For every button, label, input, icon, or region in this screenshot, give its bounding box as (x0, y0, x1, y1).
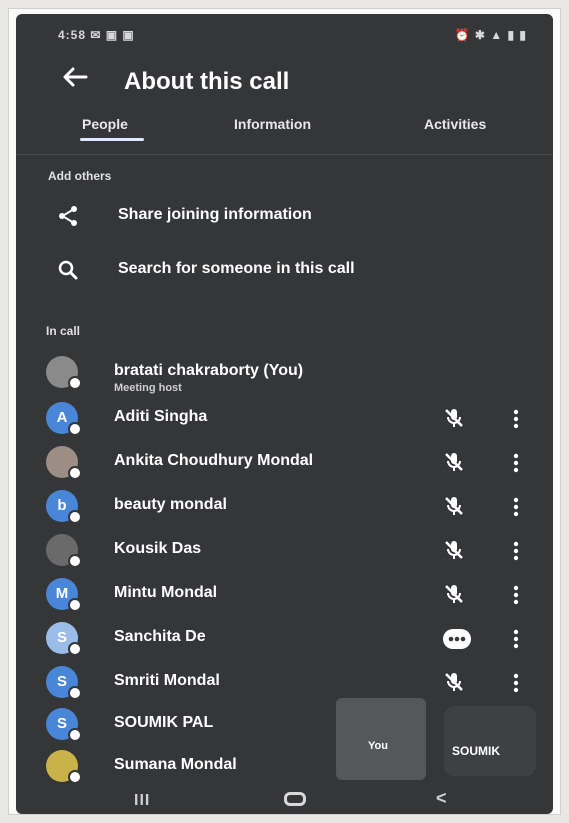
more-options-icon[interactable] (511, 672, 521, 694)
mic-muted-icon (445, 541, 463, 559)
system-nav-bar: III < (16, 786, 553, 814)
status-bar: 4:58 ✉ ▣ ▣ ⏰ ✱ ▲ ▮ ▮ (16, 14, 553, 54)
mic-muted-icon (445, 453, 463, 471)
participant-name: Aditi Singha (114, 408, 208, 425)
participant-row[interactable]: A Aditi Singha (16, 398, 553, 440)
search-participant-label: Search for someone in this call (118, 260, 355, 277)
avatar-initial: M (55, 585, 69, 602)
participant-row[interactable]: Ankita Choudhury Mondal (16, 442, 553, 484)
avatar-initial: S (56, 673, 67, 690)
avatar (46, 446, 82, 480)
participant-name: Sanchita De (114, 628, 206, 645)
avatar (46, 750, 82, 784)
status-right: ⏰ ✱ ▲ ▮ ▮ (454, 28, 527, 42)
participant-name: bratati chakraborty (You) (114, 362, 304, 379)
self-view-tile[interactable]: You (336, 698, 426, 780)
phone-screen: 4:58 ✉ ▣ ▣ ⏰ ✱ ▲ ▮ ▮ About this call Peo… (16, 14, 553, 814)
mic-muted-icon (445, 673, 463, 691)
in-call-heading: In call (46, 324, 81, 338)
participant-row[interactable]: M Mintu Mondal (16, 574, 553, 616)
avatar: S (46, 622, 82, 656)
avatar (46, 356, 82, 390)
tab-activities[interactable]: Activities (424, 116, 486, 132)
page-title: About this call (124, 68, 290, 95)
avatar-initial: S (56, 629, 67, 646)
participant-name: Ankita Choudhury Mondal (114, 452, 314, 469)
avatar-initial: S (56, 715, 67, 732)
participant-role: Meeting host (114, 382, 182, 394)
avatar: M (46, 578, 82, 612)
speaker-view-tile[interactable]: SOUMIK (444, 706, 536, 776)
add-others-heading: Add others (48, 169, 112, 183)
more-options-icon[interactable] (511, 452, 521, 474)
avatar: S (46, 708, 82, 742)
more-options-icon[interactable] (511, 496, 521, 518)
participant-name: Sumana Mondal (114, 756, 237, 773)
participant-row[interactable]: Kousik Das (16, 530, 553, 572)
search-participant-button[interactable]: Search for someone in this call (16, 252, 553, 288)
participant-name: Mintu Mondal (114, 584, 218, 601)
mic-muted-icon (445, 497, 463, 515)
speaking-indicator-icon (443, 629, 471, 649)
participant-name: beauty mondal (114, 496, 227, 513)
more-options-icon[interactable] (511, 584, 521, 606)
avatar: b (46, 490, 82, 524)
tab-divider (16, 154, 553, 155)
avatar: S (46, 666, 82, 700)
back-arrow-icon[interactable] (62, 65, 88, 89)
avatar: A (46, 402, 82, 436)
participant-name: Smriti Mondal (114, 672, 220, 689)
share-joining-info-label: Share joining information (118, 206, 312, 223)
avatar (46, 534, 82, 568)
avatar-initial: b (57, 497, 67, 514)
search-icon (58, 260, 78, 280)
share-icon (59, 206, 77, 226)
tab-information[interactable]: Information (234, 116, 311, 132)
speaker-view-label: SOUMIK (452, 744, 500, 758)
self-view-label: You (368, 740, 388, 752)
participant-row[interactable]: S Sanchita De (16, 618, 553, 660)
tab-selected-indicator (80, 138, 144, 141)
mic-muted-icon (445, 585, 463, 603)
tab-people[interactable]: People (82, 116, 128, 132)
mic-muted-icon (445, 409, 463, 427)
participant-name: Kousik Das (114, 540, 202, 557)
home-button[interactable] (284, 792, 306, 806)
status-left: 4:58 ✉ ▣ ▣ (58, 28, 135, 42)
recents-button[interactable]: III (134, 792, 150, 810)
more-options-icon[interactable] (511, 540, 521, 562)
avatar-initial: A (56, 409, 68, 426)
participant-row[interactable]: S Smriti Mondal (16, 662, 553, 704)
share-joining-info-button[interactable]: Share joining information (16, 198, 553, 234)
participant-row[interactable]: bratati chakraborty (You) Meeting host (16, 352, 553, 394)
participant-name: SOUMIK PAL (114, 714, 214, 731)
more-options-icon[interactable] (511, 628, 521, 650)
back-button[interactable]: < (436, 788, 447, 809)
more-options-icon[interactable] (511, 408, 521, 430)
participant-row[interactable]: b beauty mondal (16, 486, 553, 528)
